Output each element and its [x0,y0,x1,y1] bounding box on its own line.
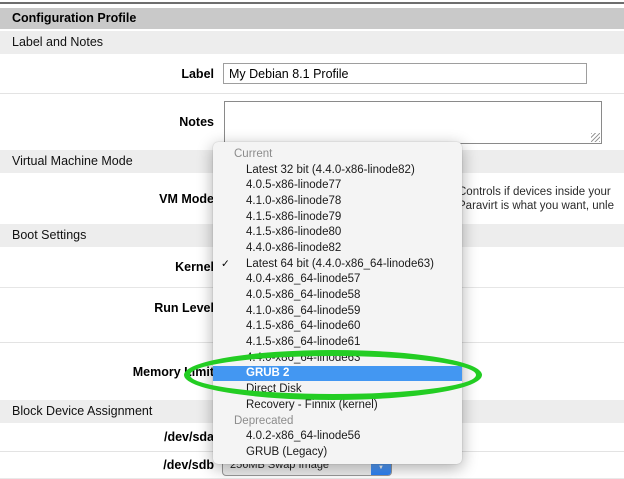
kernel-dropdown-option[interactable]: Direct Disk [213,381,462,397]
memory-limit-field-label: Memory Limit [0,365,214,379]
label-input[interactable] [223,63,587,84]
label-row: Label [0,54,624,94]
dev-sdb-field-label: /dev/sdb [0,458,214,472]
kernel-dropdown-option[interactable]: 4.1.5-x86_64-linode61 [213,334,462,350]
resize-grip-icon[interactable] [591,133,600,142]
kernel-dropdown-option[interactable]: ✓ Latest 64 bit (4.4.0-x86_64-linode63) [213,256,462,272]
kernel-dropdown-group-header: Deprecated [213,413,462,429]
page-title: Configuration Profile [0,8,624,29]
kernel-dropdown-option[interactable]: GRUB 2 [213,366,462,382]
kernel-dropdown-option[interactable]: 4.1.0-x86-linode78 [213,193,462,209]
section-label-and-notes: Label and Notes [0,31,624,54]
kernel-dropdown-option[interactable]: Recovery - Finnix (kernel) [213,397,462,413]
kernel-dropdown-option[interactable]: 4.0.5-x86-linode77 [213,177,462,193]
kernel-dropdown-option[interactable]: Latest 32 bit (4.4.0-x86-linode82) [213,162,462,178]
run-level-field-label: Run Level [0,301,214,315]
label-field-label: Label [0,67,214,81]
kernel-dropdown-menu: Current Latest 32 bit (4.4.0-x86-linode8… [213,142,462,464]
dev-sda-field-label: /dev/sda [0,430,214,444]
kernel-dropdown-option[interactable]: 4.4.0-x86-linode82 [213,240,462,256]
kernel-dropdown-option[interactable]: 4.1.5-x86-linode80 [213,224,462,240]
kernel-dropdown-group-header: Current [213,146,462,162]
kernel-dropdown-option[interactable]: 4.1.0-x86_64-linode59 [213,303,462,319]
vm-mode-help-line1: Controls if devices inside your [458,186,624,200]
kernel-dropdown-option[interactable]: 4.1.5-x86-linode79 [213,209,462,225]
notes-field-label: Notes [0,115,214,129]
vm-mode-help-text: Controls if devices inside your Paravirt… [458,186,624,213]
kernel-dropdown-option[interactable]: 4.0.2-x86_64-linode56 [213,428,462,444]
kernel-dropdown-option[interactable]: 4.0.5-x86_64-linode58 [213,287,462,303]
notes-textarea[interactable] [224,101,602,144]
configuration-profile-page: Configuration Profile Label and Notes La… [0,0,624,479]
kernel-dropdown-option[interactable]: 4.4.0-x86_64-linode63 [213,350,462,366]
vm-mode-field-label: VM Mode [0,192,214,206]
vm-mode-help-line2: Paravirt is what you want, unle [458,200,624,214]
kernel-dropdown-option[interactable]: 4.1.5-x86_64-linode60 [213,319,462,335]
kernel-field-label: Kernel [0,260,214,274]
checkmark-icon: ✓ [221,258,233,270]
kernel-dropdown-option[interactable]: GRUB (Legacy) [213,444,462,460]
kernel-dropdown-option[interactable]: 4.0.4-x86_64-linode57 [213,272,462,288]
top-border-line [0,2,624,4]
